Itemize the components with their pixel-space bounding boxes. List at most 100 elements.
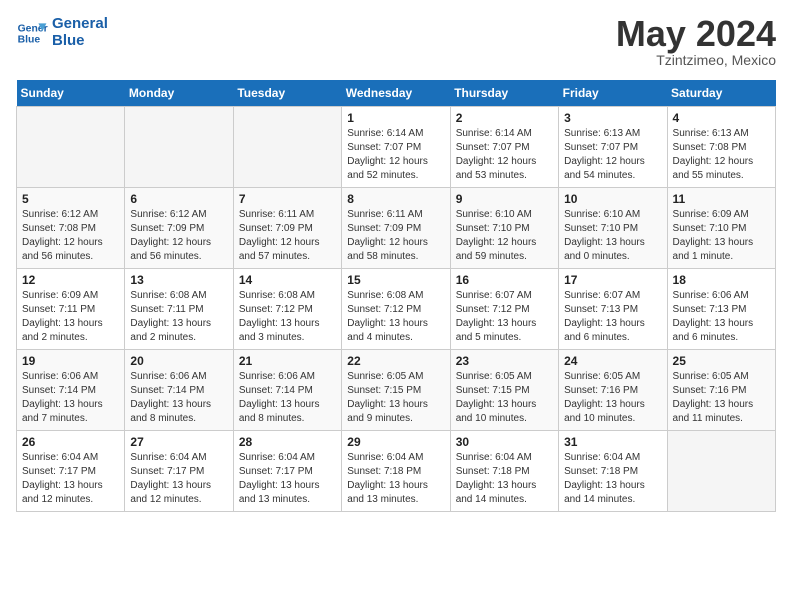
day-info: Sunrise: 6:10 AM Sunset: 7:10 PM Dayligh… (564, 208, 661, 264)
calendar-cell: 19 Sunrise: 6:06 AM Sunset: 7:14 PM Dayli… (17, 350, 125, 431)
calendar-cell: 26Sunrise: 6:04 AM Sunset: 7:17 PM Dayli… (17, 431, 125, 512)
day-info: Sunrise: 6:05 AM Sunset: 7:15 PM Dayligh… (456, 370, 553, 426)
calendar-body: 1Sunrise: 6:14 AM Sunset: 7:07 PM Daylig… (17, 107, 776, 512)
calendar-cell (17, 107, 125, 188)
calendar-cell: 11 Sunrise: 6:09 AM Sunset: 7:10 PM Dayli… (667, 188, 775, 269)
day-info: Sunrise: 6:09 AM Sunset: 7:11 PM Dayligh… (22, 289, 119, 345)
day-number: 27 (130, 435, 227, 449)
day-number: 7 (239, 192, 336, 206)
day-number: 14 (239, 273, 336, 287)
day-number: 8 (347, 192, 444, 206)
calendar-cell: 3 Sunrise: 6:13 AM Sunset: 7:07 PM Daylig… (559, 107, 667, 188)
calendar-week-row: 19 Sunrise: 6:06 AM Sunset: 7:14 PM Dayli… (17, 350, 776, 431)
day-number: 15 (347, 273, 444, 287)
day-number: 20 (130, 354, 227, 368)
day-info: Sunrise: 6:08 AM Sunset: 7:12 PM Dayligh… (239, 289, 336, 345)
calendar-cell: 5 Sunrise: 6:12 AM Sunset: 7:08 PM Daylig… (17, 188, 125, 269)
calendar-cell: 8 Sunrise: 6:11 AM Sunset: 7:09 PM Daylig… (342, 188, 450, 269)
day-number: 11 (673, 192, 770, 206)
day-info: Sunrise: 6:04 AM Sunset: 7:18 PM Dayligh… (347, 451, 444, 507)
day-info: Sunrise: 6:14 AM Sunset: 7:07 PM Dayligh… (347, 127, 444, 183)
month-year-title: May 2024 (616, 16, 776, 52)
calendar-cell: 23 Sunrise: 6:05 AM Sunset: 7:15 PM Dayli… (450, 350, 558, 431)
day-number: 29 (347, 435, 444, 449)
calendar-cell: 15 Sunrise: 6:08 AM Sunset: 7:12 PM Dayli… (342, 269, 450, 350)
weekday-header-thursday: Thursday (450, 80, 558, 107)
calendar-cell (233, 107, 341, 188)
day-number: 17 (564, 273, 661, 287)
page-header: General Blue General Blue May 2024 Tzint… (16, 16, 776, 68)
calendar-cell: 16 Sunrise: 6:07 AM Sunset: 7:12 PM Dayli… (450, 269, 558, 350)
logo-blue-text: Blue (52, 33, 108, 50)
day-number: 4 (673, 111, 770, 125)
day-number: 23 (456, 354, 553, 368)
day-info: Sunrise: 6:13 AM Sunset: 7:07 PM Dayligh… (564, 127, 661, 183)
weekday-header-friday: Friday (559, 80, 667, 107)
day-number: 6 (130, 192, 227, 206)
day-number: 28 (239, 435, 336, 449)
calendar-cell: 7 Sunrise: 6:11 AM Sunset: 7:09 PM Daylig… (233, 188, 341, 269)
calendar-cell (667, 431, 775, 512)
svg-text:Blue: Blue (18, 34, 41, 45)
day-info: Sunrise: 6:10 AM Sunset: 7:10 PM Dayligh… (456, 208, 553, 264)
day-number: 21 (239, 354, 336, 368)
calendar-cell: 18 Sunrise: 6:06 AM Sunset: 7:13 PM Dayli… (667, 269, 775, 350)
calendar-cell: 24Sunrise: 6:05 AM Sunset: 7:16 PM Dayli… (559, 350, 667, 431)
day-info: Sunrise: 6:08 AM Sunset: 7:12 PM Dayligh… (347, 289, 444, 345)
day-info: Sunrise: 6:07 AM Sunset: 7:12 PM Dayligh… (456, 289, 553, 345)
location-subtitle: Tzintzimeo, Mexico (616, 52, 776, 68)
calendar-cell: 10Sunrise: 6:10 AM Sunset: 7:10 PM Dayli… (559, 188, 667, 269)
weekday-header-saturday: Saturday (667, 80, 775, 107)
day-info: Sunrise: 6:07 AM Sunset: 7:13 PM Dayligh… (564, 289, 661, 345)
calendar-cell: 21 Sunrise: 6:06 AM Sunset: 7:14 PM Dayli… (233, 350, 341, 431)
day-number: 3 (564, 111, 661, 125)
day-info: Sunrise: 6:14 AM Sunset: 7:07 PM Dayligh… (456, 127, 553, 183)
calendar-cell: 12 Sunrise: 6:09 AM Sunset: 7:11 PM Dayli… (17, 269, 125, 350)
calendar-cell: 22 Sunrise: 6:05 AM Sunset: 7:15 PM Dayli… (342, 350, 450, 431)
day-info: Sunrise: 6:04 AM Sunset: 7:17 PM Dayligh… (130, 451, 227, 507)
calendar-cell: 20Sunrise: 6:06 AM Sunset: 7:14 PM Dayli… (125, 350, 233, 431)
day-info: Sunrise: 6:12 AM Sunset: 7:09 PM Dayligh… (130, 208, 227, 264)
calendar-cell: 4 Sunrise: 6:13 AM Sunset: 7:08 PM Daylig… (667, 107, 775, 188)
calendar-cell: 9 Sunrise: 6:10 AM Sunset: 7:10 PM Daylig… (450, 188, 558, 269)
day-number: 22 (347, 354, 444, 368)
day-number: 25 (673, 354, 770, 368)
day-info: Sunrise: 6:05 AM Sunset: 7:15 PM Dayligh… (347, 370, 444, 426)
weekday-header-wednesday: Wednesday (342, 80, 450, 107)
day-number: 19 (22, 354, 119, 368)
day-info: Sunrise: 6:11 AM Sunset: 7:09 PM Dayligh… (239, 208, 336, 264)
day-info: Sunrise: 6:12 AM Sunset: 7:08 PM Dayligh… (22, 208, 119, 264)
day-info: Sunrise: 6:06 AM Sunset: 7:13 PM Dayligh… (673, 289, 770, 345)
calendar-week-row: 5 Sunrise: 6:12 AM Sunset: 7:08 PM Daylig… (17, 188, 776, 269)
calendar-header: SundayMondayTuesdayWednesdayThursdayFrid… (17, 80, 776, 107)
logo-icon: General Blue (16, 17, 48, 49)
day-info: Sunrise: 6:13 AM Sunset: 7:08 PM Dayligh… (673, 127, 770, 183)
day-number: 30 (456, 435, 553, 449)
day-number: 5 (22, 192, 119, 206)
weekday-header-tuesday: Tuesday (233, 80, 341, 107)
day-info: Sunrise: 6:06 AM Sunset: 7:14 PM Dayligh… (239, 370, 336, 426)
logo: General Blue General Blue (16, 16, 108, 49)
day-number: 9 (456, 192, 553, 206)
calendar-cell: 1Sunrise: 6:14 AM Sunset: 7:07 PM Daylig… (342, 107, 450, 188)
day-info: Sunrise: 6:05 AM Sunset: 7:16 PM Dayligh… (673, 370, 770, 426)
calendar-cell (125, 107, 233, 188)
calendar-week-row: 1Sunrise: 6:14 AM Sunset: 7:07 PM Daylig… (17, 107, 776, 188)
day-info: Sunrise: 6:04 AM Sunset: 7:17 PM Dayligh… (22, 451, 119, 507)
calendar-week-row: 26Sunrise: 6:04 AM Sunset: 7:17 PM Dayli… (17, 431, 776, 512)
calendar-cell: 2 Sunrise: 6:14 AM Sunset: 7:07 PM Daylig… (450, 107, 558, 188)
day-info: Sunrise: 6:09 AM Sunset: 7:10 PM Dayligh… (673, 208, 770, 264)
weekday-header-sunday: Sunday (17, 80, 125, 107)
calendar-week-row: 12 Sunrise: 6:09 AM Sunset: 7:11 PM Dayli… (17, 269, 776, 350)
day-number: 16 (456, 273, 553, 287)
day-info: Sunrise: 6:11 AM Sunset: 7:09 PM Dayligh… (347, 208, 444, 264)
day-number: 31 (564, 435, 661, 449)
day-info: Sunrise: 6:06 AM Sunset: 7:14 PM Dayligh… (22, 370, 119, 426)
day-number: 2 (456, 111, 553, 125)
day-number: 24 (564, 354, 661, 368)
calendar-cell: 28Sunrise: 6:04 AM Sunset: 7:17 PM Dayli… (233, 431, 341, 512)
day-number: 18 (673, 273, 770, 287)
calendar-cell: 17 Sunrise: 6:07 AM Sunset: 7:13 PM Dayli… (559, 269, 667, 350)
calendar-cell: 30Sunrise: 6:04 AM Sunset: 7:18 PM Dayli… (450, 431, 558, 512)
day-number: 12 (22, 273, 119, 287)
